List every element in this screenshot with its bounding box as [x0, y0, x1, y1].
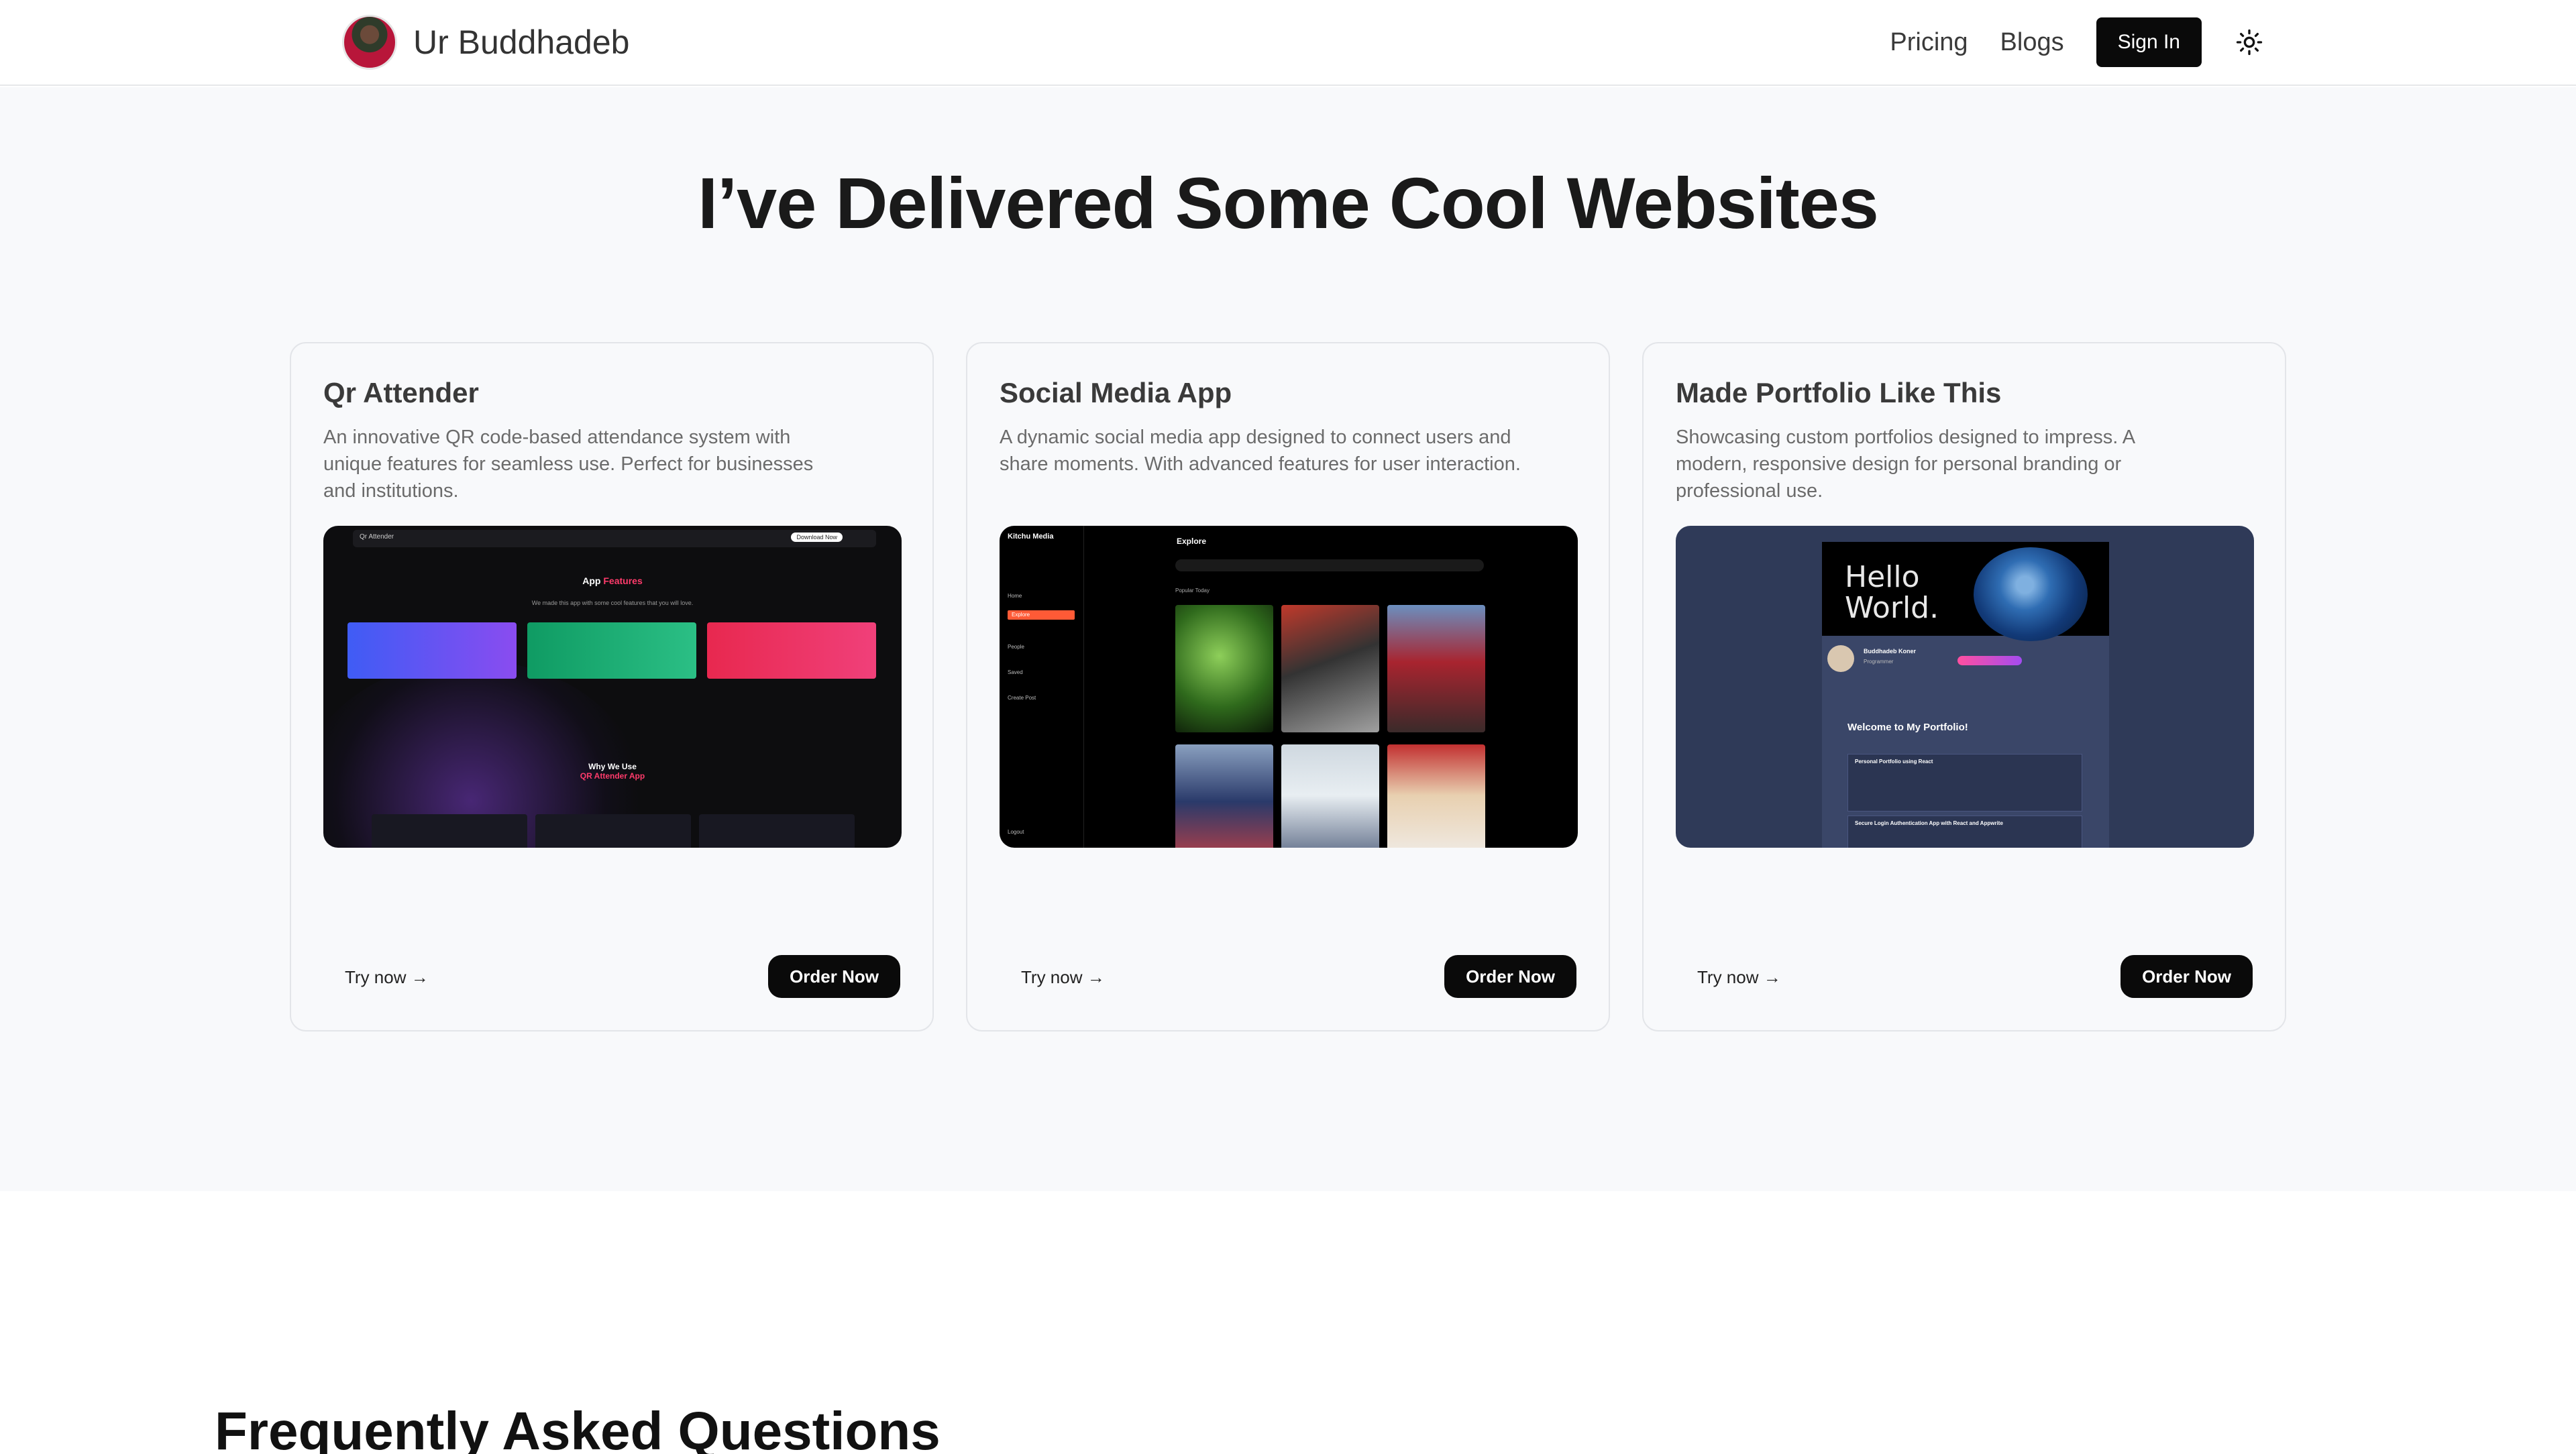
preview-heading-plain: App	[582, 575, 601, 586]
preview-photo	[1175, 744, 1273, 848]
preview-nav-active: Explore	[1008, 610, 1075, 620]
earth-image	[1974, 547, 2088, 641]
theme-toggle-button[interactable]	[2231, 24, 2267, 60]
preview-topbar: Qr Attender Download Now	[353, 530, 876, 547]
project-preview-image[interactable]: Hello World. Buddhadeb Koner Programmer …	[1676, 526, 2254, 848]
preview-why-accent: QR Attender App	[580, 771, 645, 781]
project-preview-image[interactable]: Kitchu Media Home Explore People Saved C…	[1000, 526, 1578, 848]
preview-heading: App Features	[323, 575, 902, 586]
preview-tile	[699, 814, 855, 848]
preview-why-label: Why We Use	[588, 762, 637, 771]
preview-heading-accent: Features	[603, 575, 643, 586]
order-now-button[interactable]: Order Now	[1444, 955, 1576, 998]
preview-photo	[1387, 605, 1485, 732]
brand-name: Ur Buddhadeb	[413, 23, 630, 61]
preview-nav-saved: Saved	[1008, 669, 1023, 675]
sign-in-button[interactable]: Sign In	[2096, 17, 2202, 67]
preview-hero: Hello World.	[1822, 542, 2109, 641]
project-card-portfolio: Made Portfolio Like This Showcasing cust…	[1642, 342, 2286, 1031]
section-title: I’ve Delivered Some Cool Websites	[698, 162, 1879, 243]
preview-photo	[1175, 605, 1273, 732]
order-now-button[interactable]: Order Now	[2121, 955, 2253, 998]
preview-nav-people: People	[1008, 644, 1024, 650]
preview-pill	[1957, 656, 2022, 665]
preview-avatar	[1827, 645, 1854, 672]
preview-tile	[535, 814, 691, 848]
preview-page-title: Explore	[1177, 537, 1207, 546]
projects-section: I’ve Delivered Some Cool Websites Qr Att…	[0, 87, 2576, 1191]
preview-profile-role: Programmer	[1864, 659, 1894, 665]
card-description: Showcasing custom portfolios designed to…	[1676, 427, 2135, 502]
preview-photo	[1281, 744, 1379, 848]
preview-photo	[1281, 605, 1379, 732]
nav-link-pricing[interactable]: Pricing	[1890, 28, 1968, 57]
sun-icon	[2236, 29, 2263, 56]
feature-tile-green	[527, 622, 696, 679]
preview-sidebar: Kitchu Media Home Explore People Saved C…	[1000, 526, 1084, 848]
preview-subheading: We made this app with some cool features…	[531, 600, 694, 606]
preview-profile-name: Buddhadeb Koner	[1864, 648, 1916, 655]
avatar	[342, 15, 397, 70]
preview-app-name: Kitchu Media	[1008, 533, 1054, 541]
preview-logout: Logout	[1008, 829, 1024, 835]
try-now-link[interactable]: Try now →	[345, 967, 429, 988]
preview-item-title: Personal Portfolio using React	[1855, 759, 1933, 765]
project-card-social-media: Social Media App A dynamic social media …	[966, 342, 1610, 1031]
preview-why-title: Why We Use QR Attender App	[323, 762, 902, 781]
preview-nav-create: Create Post	[1008, 695, 1036, 701]
try-now-link[interactable]: Try now →	[1697, 967, 1781, 988]
order-now-button[interactable]: Order Now	[768, 955, 900, 998]
faq-title: Frequently Asked Questions	[215, 1401, 941, 1454]
main-nav: Pricing Blogs Sign In	[1890, 17, 2267, 67]
card-description: A dynamic social media app designed to c…	[1000, 427, 1521, 475]
preview-welcome: Welcome to My Portfolio!	[1847, 722, 1968, 733]
preview-app-name: Qr Attender	[360, 533, 394, 541]
brand[interactable]: Ur Buddhadeb	[342, 15, 629, 70]
project-card-qr-attender: Qr Attender An innovative QR code-based …	[290, 342, 934, 1031]
preview-nav-explore: Explore	[1012, 612, 1030, 618]
card-title: Made Portfolio Like This	[1676, 377, 2002, 408]
card-title: Qr Attender	[323, 377, 479, 408]
card-description: An innovative QR code-based attendance s…	[323, 427, 814, 502]
preview-download-label: Download Now	[791, 533, 843, 542]
preview-list-item: Personal Portfolio using React	[1847, 754, 2082, 812]
preview-list-item: Secure Login Authentication App with Rea…	[1847, 816, 2082, 848]
preview-item-title: Secure Login Authentication App with Rea…	[1855, 820, 2003, 826]
card-title: Social Media App	[1000, 377, 1232, 408]
feature-tile-red	[707, 622, 876, 679]
feature-tile-blue	[347, 622, 517, 679]
nav-link-blogs[interactable]: Blogs	[2000, 28, 2064, 57]
preview-search	[1175, 559, 1484, 571]
project-preview-image[interactable]: Qr Attender Download Now App Features We…	[323, 526, 902, 848]
preview-photo	[1387, 744, 1485, 848]
preview-nav-home: Home	[1008, 593, 1022, 599]
site-header: Ur Buddhadeb Pricing Blogs Sign In	[0, 0, 2576, 86]
try-now-link[interactable]: Try now →	[1021, 967, 1105, 988]
preview-tile	[372, 814, 527, 848]
preview-hero-text: Hello World.	[1845, 560, 1939, 625]
preview-section-label: Popular Today	[1175, 588, 1210, 594]
